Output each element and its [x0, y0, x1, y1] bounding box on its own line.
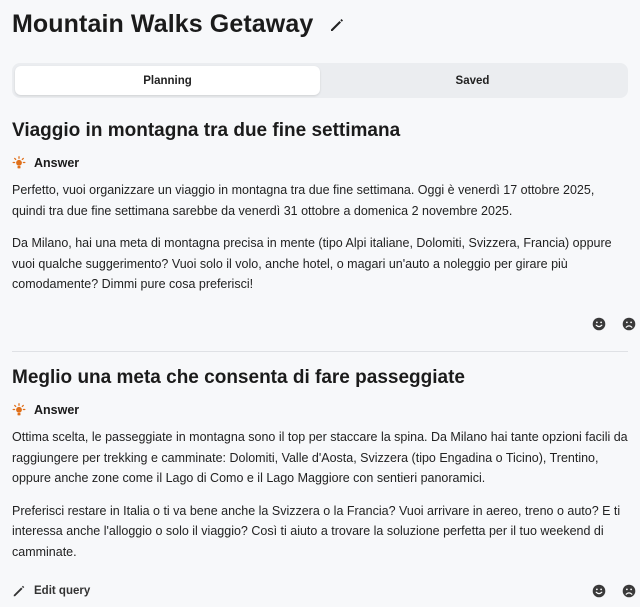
- header: Mountain Walks Getaway: [12, 10, 347, 39]
- answer-paragraph: Perfetto, vuoi organizzare un viaggio in…: [12, 183, 595, 218]
- tab-bar: Planning Saved: [12, 63, 628, 98]
- frown-icon[interactable]: [622, 584, 636, 598]
- answer-paragraph: Ottima scelta, le passeggiate in montagn…: [12, 430, 628, 485]
- edit-query-button[interactable]: Edit query: [12, 584, 90, 598]
- pencil-icon: [13, 585, 25, 597]
- qa-block-2: Meglio una meta che consenta di fare pas…: [12, 367, 628, 562]
- divider: [12, 351, 628, 352]
- question-title: Meglio una meta che consenta di fare pas…: [12, 367, 465, 388]
- smile-icon[interactable]: [592, 317, 606, 331]
- question-title: Viaggio in montagna tra due fine settima…: [12, 120, 401, 141]
- feedback-row-1: [592, 317, 636, 331]
- edit-title-button[interactable]: [327, 15, 347, 35]
- pencil-icon: [331, 18, 344, 31]
- answer-header: Answer: [12, 403, 628, 417]
- page-title: Mountain Walks Getaway: [12, 10, 314, 38]
- tab-saved[interactable]: Saved: [320, 66, 625, 95]
- answer-label: Answer: [34, 156, 80, 170]
- answer-paragraph: Preferisci restare in Italia o ti va ben…: [12, 503, 621, 559]
- answer-label: Answer: [34, 403, 80, 417]
- tab-planning[interactable]: Planning: [15, 66, 320, 95]
- qa-block-1: Viaggio in montagna tra due fine settima…: [12, 120, 628, 295]
- frown-icon[interactable]: [622, 317, 636, 331]
- edit-query-label: Edit query: [34, 585, 91, 597]
- feedback-row-2: [592, 584, 636, 598]
- lightbulb-icon: [12, 156, 26, 169]
- answer-header: Answer: [12, 156, 628, 170]
- smile-icon[interactable]: [592, 584, 606, 598]
- answer-paragraph: Da Milano, hai una meta di montagna prec…: [12, 236, 612, 291]
- lightbulb-icon: [12, 403, 26, 416]
